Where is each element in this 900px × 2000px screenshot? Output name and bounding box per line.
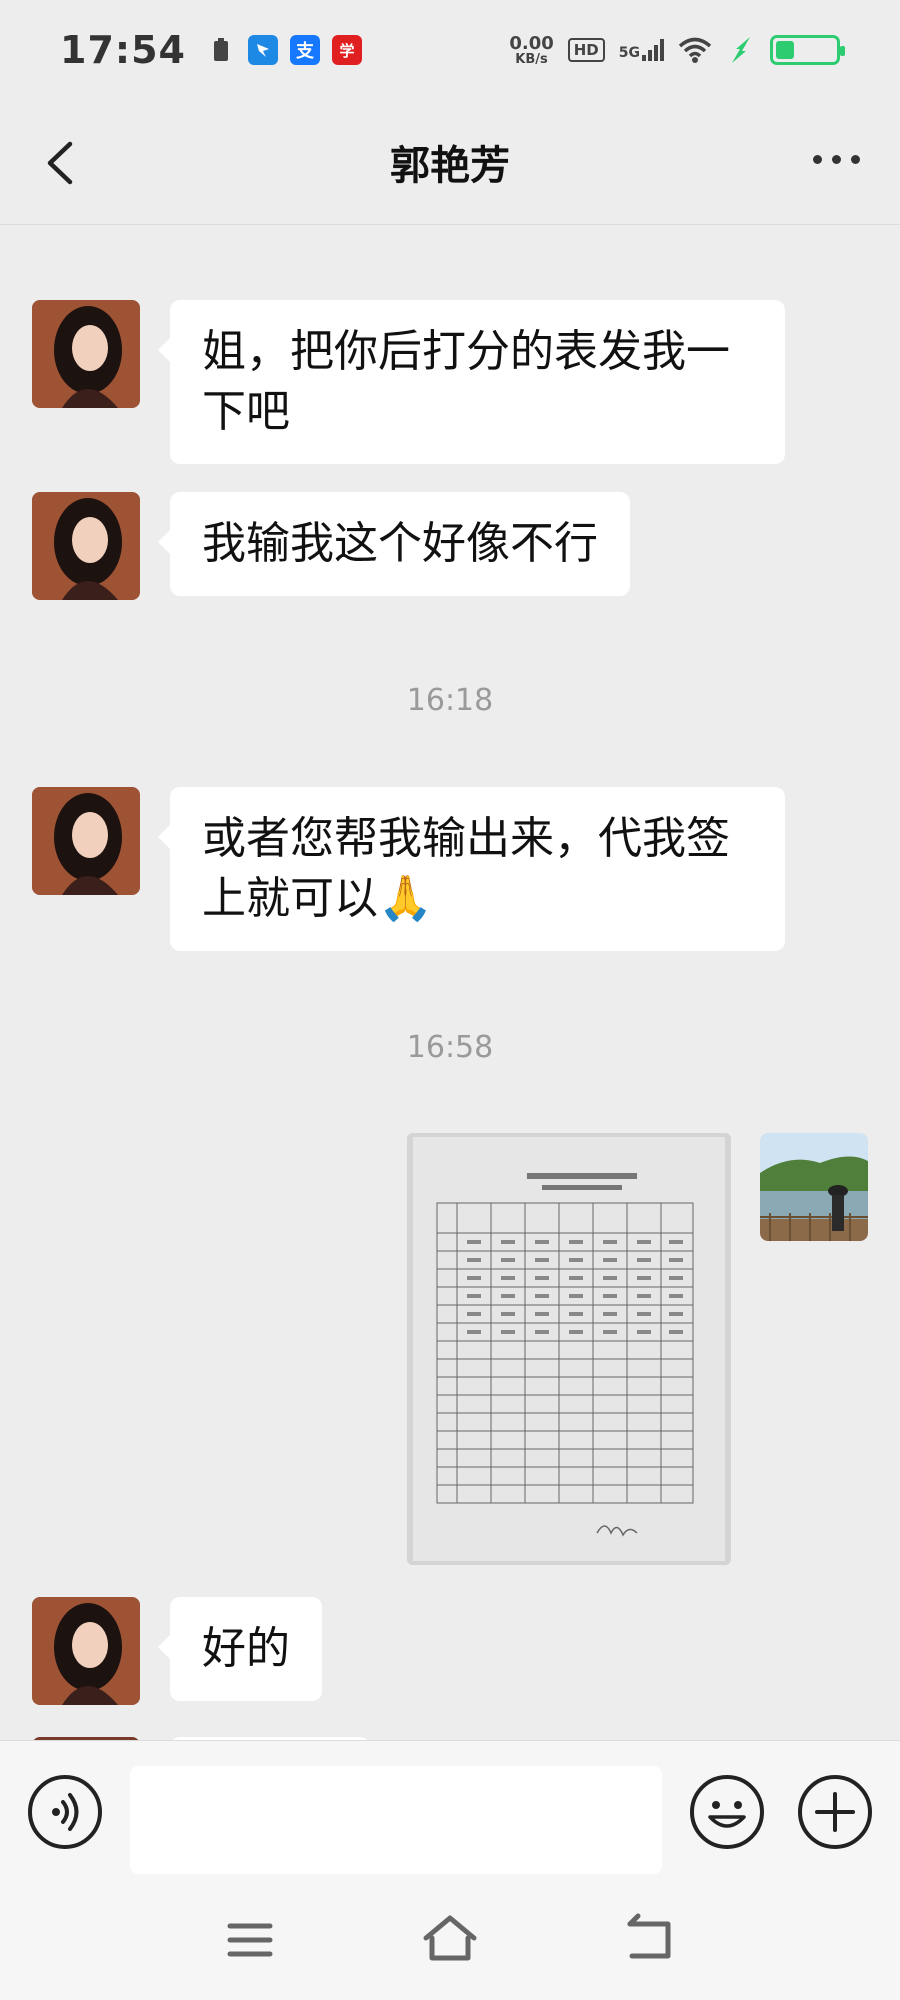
- battery-saver-icon: [206, 35, 236, 65]
- hd-badge: HD: [567, 38, 605, 62]
- message-row: 好的: [32, 1597, 322, 1705]
- back-icon[interactable]: [40, 138, 80, 188]
- more-options-icon[interactable]: [813, 155, 860, 164]
- message-row: 我输我这个好像不行: [32, 492, 630, 600]
- network-speed: 0.00 KB/s: [509, 32, 554, 67]
- voice-input-icon[interactable]: [28, 1775, 102, 1849]
- chat-title: 郭艳芳: [390, 143, 510, 189]
- self-avatar[interactable]: [760, 1133, 868, 1241]
- avatar[interactable]: [32, 300, 140, 408]
- message-list[interactable]: 姐，把你后打分的表发我一下吧 我输我这个好像不行 16:18 或者您帮我输出来，…: [0, 225, 900, 1740]
- emoji-icon[interactable]: [690, 1775, 764, 1849]
- notification-icons: 支 学: [206, 35, 362, 65]
- message-bubble[interactable]: 我输我这个好像不行: [158, 492, 630, 596]
- message-text: 好的: [202, 1623, 290, 1674]
- network-speed-unit: KB/s: [515, 51, 548, 67]
- dingtalk-icon: [247, 35, 278, 65]
- pray-emoji-icon: 🙏: [378, 873, 433, 924]
- message-row: 或者您帮我输出来，代我签上就可以🙏: [32, 787, 785, 951]
- charging-bolt-icon: [732, 37, 750, 63]
- avatar[interactable]: [32, 492, 140, 600]
- network-speed-value: 0.00: [509, 32, 554, 54]
- alipay-icon: 支: [289, 35, 320, 65]
- clock: 17:54: [60, 28, 186, 72]
- message-text: 姐，把你后打分的表发我一下吧: [202, 326, 730, 437]
- message-bubble[interactable]: 或者您帮我输出来，代我签上就可以🙏: [158, 787, 785, 951]
- message-row: 姐，把你后打分的表发我一下吧: [32, 300, 785, 464]
- add-attachment-icon[interactable]: [798, 1775, 872, 1849]
- message-input-bar: [0, 1740, 900, 1880]
- message-text: 或者您帮我输出来，代我签上就可以: [202, 813, 730, 924]
- status-bar: 17:54 支 学 0.00 KB/s HD 5G: [0, 0, 900, 100]
- home-icon[interactable]: [420, 1910, 480, 1970]
- chat-header: 郭艳芳: [0, 100, 900, 225]
- timestamp: 16:58: [406, 1030, 494, 1065]
- system-navigation-bar: [0, 1880, 900, 2000]
- signal-label: 5G: [618, 45, 640, 61]
- wifi-icon: [678, 37, 712, 63]
- xuexi-icon: 学: [331, 35, 362, 65]
- cellular-signal-icon: 5G: [619, 39, 664, 61]
- message-input[interactable]: [130, 1766, 662, 1874]
- message-bubble[interactable]: 好的: [158, 1597, 322, 1701]
- timestamp: 16:18: [406, 683, 494, 718]
- menu-icon[interactable]: [220, 1910, 280, 1970]
- avatar[interactable]: [32, 1597, 140, 1705]
- avatar[interactable]: [32, 787, 140, 895]
- back-nav-icon[interactable]: [620, 1910, 680, 1970]
- sent-image-score-sheet[interactable]: [407, 1133, 731, 1565]
- message-bubble[interactable]: 姐，把你后打分的表发我一下吧: [158, 300, 785, 464]
- battery-icon: [770, 35, 845, 65]
- message-text: 我输我这个好像不行: [202, 518, 598, 569]
